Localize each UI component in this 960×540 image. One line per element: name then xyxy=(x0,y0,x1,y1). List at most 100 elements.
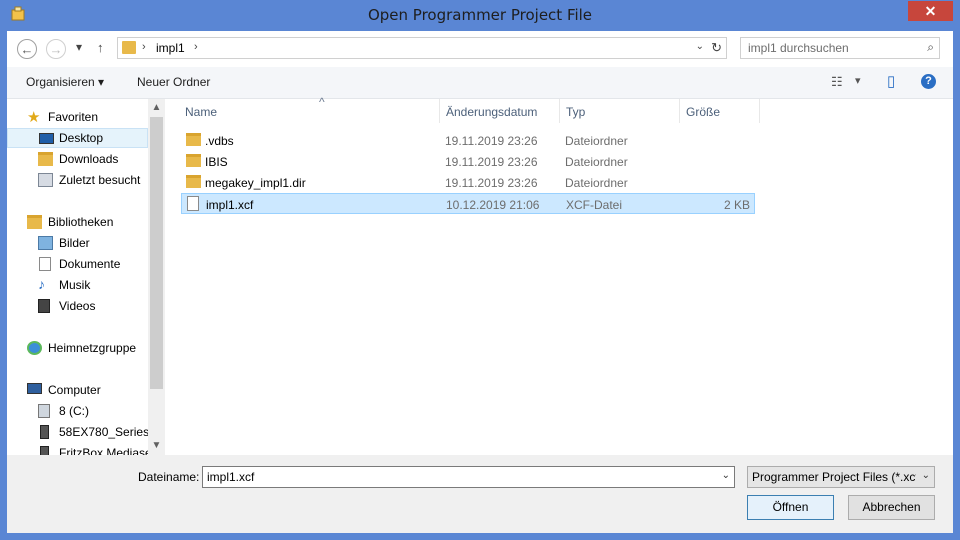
downloads-icon xyxy=(38,152,53,166)
column-header-name[interactable]: Name ^ xyxy=(179,95,440,123)
open-button[interactable]: Öffnen xyxy=(747,495,834,520)
view-options-icon[interactable]: ☷ xyxy=(831,74,843,90)
recent-locations-dropdown[interactable]: ▾ xyxy=(76,40,82,54)
sidebar-item-fritzbox[interactable]: FritzBox Mediase xyxy=(7,443,152,455)
media-device-icon xyxy=(40,446,49,455)
file-name: megakey_impl1.dir xyxy=(205,176,306,190)
filename-value: impl1.xcf xyxy=(207,470,255,484)
scroll-down-icon[interactable]: ▼ xyxy=(148,440,165,451)
sidebar-item-label: Videos xyxy=(59,299,96,313)
title-bar[interactable]: Open Programmer Project File ✕ xyxy=(0,0,960,30)
sidebar-item-documents[interactable]: Dokumente xyxy=(7,254,148,274)
file-date: 19.11.2019 23:26 xyxy=(445,155,538,169)
cancel-button[interactable]: Abbrechen xyxy=(848,495,935,520)
folder-icon xyxy=(122,41,136,54)
sidebar-item-downloads[interactable]: Downloads xyxy=(7,149,148,169)
organize-menu-button[interactable]: Organisieren ▾ xyxy=(26,75,104,89)
file-row[interactable]: .vdbs 19.11.2019 23:26 Dateiordner xyxy=(181,130,755,151)
search-placeholder: impl1 durchsuchen xyxy=(748,41,849,55)
address-dropdown-icon[interactable]: ⌄ xyxy=(696,41,704,52)
sidebar-item-libraries[interactable]: Bibliotheken xyxy=(7,212,148,232)
breadcrumb-separator[interactable]: › xyxy=(142,41,146,53)
preview-pane-icon[interactable]: ▯ xyxy=(887,72,895,90)
sidebar-item-recent[interactable]: Zuletzt besucht xyxy=(7,170,148,190)
navigation-bar: ← → ▾ ↑ › impl1 › ⌄ ↻ impl1 durchsuchen … xyxy=(7,31,953,67)
sidebar-item-label: Computer xyxy=(48,383,101,397)
sidebar-item-58ex780[interactable]: 58EX780_Series xyxy=(7,422,150,442)
chevron-down-icon[interactable]: ⌄ xyxy=(922,470,930,481)
scroll-up-icon[interactable]: ▲ xyxy=(148,102,165,113)
file-row-selected[interactable]: impl1.xcf 10.12.2019 21:06 XCF-Datei 2 K… xyxy=(181,193,755,214)
address-bar[interactable]: › impl1 › ⌄ ↻ xyxy=(117,37,727,59)
media-device-icon xyxy=(40,425,49,439)
file-type: XCF-Datei xyxy=(566,198,623,212)
column-header-date[interactable]: Änderungsdatum xyxy=(440,99,560,123)
scrollbar-thumb[interactable] xyxy=(150,117,163,389)
breadcrumb-separator[interactable]: › xyxy=(194,41,198,53)
sidebar-item-label: Bibliotheken xyxy=(48,215,114,229)
close-button[interactable]: ✕ xyxy=(908,1,953,21)
file-type: Dateiordner xyxy=(565,176,628,190)
file-name: impl1.xcf xyxy=(206,198,254,212)
sidebar-item-homegroup[interactable]: Heimnetzgruppe xyxy=(7,338,148,358)
sidebar-item-videos[interactable]: Videos xyxy=(7,296,148,316)
view-options-dropdown-icon[interactable]: ▾ xyxy=(855,74,861,87)
file-date: 10.12.2019 21:06 xyxy=(446,198,540,212)
file-type: Dateiordner xyxy=(565,155,628,169)
computer-icon xyxy=(27,383,42,394)
up-button[interactable]: ↑ xyxy=(97,40,104,55)
sidebar-item-label: Downloads xyxy=(59,152,119,166)
navigation-pane-scrollbar[interactable]: ▲ ▼ xyxy=(148,99,165,455)
sort-ascending-icon: ^ xyxy=(319,95,325,109)
file-row[interactable]: megakey_impl1.dir 19.11.2019 23:26 Datei… xyxy=(181,172,755,193)
breadcrumb-impl1[interactable]: impl1 xyxy=(156,41,185,55)
forward-button[interactable]: → xyxy=(46,39,66,59)
sidebar-item-label: 8 (C:) xyxy=(59,404,89,418)
recent-places-icon xyxy=(38,173,53,187)
documents-icon xyxy=(39,257,51,271)
folder-icon xyxy=(186,175,201,188)
file-type-filter-select[interactable]: Programmer Project Files (*.xcf) ⌄ xyxy=(747,466,935,488)
column-header-type[interactable]: Typ xyxy=(560,99,680,123)
sidebar-item-computer[interactable]: Computer xyxy=(7,380,148,400)
sidebar-item-label: FritzBox Mediase xyxy=(59,446,152,455)
refresh-icon[interactable]: ↻ xyxy=(711,40,722,56)
new-folder-button[interactable]: Neuer Ordner xyxy=(137,75,210,89)
chevron-down-icon[interactable]: ⌄ xyxy=(722,470,730,481)
sidebar-item-label: Bilder xyxy=(59,236,90,250)
back-button[interactable]: ← xyxy=(17,39,37,59)
file-type: Dateiordner xyxy=(565,134,628,148)
libraries-icon xyxy=(27,215,42,229)
file-row[interactable]: IBIS 19.11.2019 23:26 Dateiordner xyxy=(181,151,755,172)
file-name: .vdbs xyxy=(205,134,234,148)
window-title: Open Programmer Project File xyxy=(367,6,593,24)
column-header-label: Typ xyxy=(566,105,586,119)
pictures-icon xyxy=(38,236,53,250)
column-header-label: Größe xyxy=(686,105,721,119)
file-size: 2 KB xyxy=(723,198,750,212)
sidebar-item-drive-c[interactable]: 8 (C:) xyxy=(7,401,148,421)
dialog-client-area: ← → ▾ ↑ › impl1 › ⌄ ↻ impl1 durchsuchen … xyxy=(7,31,953,533)
file-date: 19.11.2019 23:26 xyxy=(445,176,538,190)
file-type-filter-value: Programmer Project Files (*.xcf) xyxy=(752,470,916,484)
sidebar-item-pictures[interactable]: Bilder xyxy=(7,233,148,253)
sidebar-item-label: Zuletzt besucht xyxy=(59,173,141,187)
filename-label: Dateiname: xyxy=(138,470,200,484)
search-icon[interactable]: ⌕ xyxy=(927,40,934,55)
column-header-size[interactable]: Größe xyxy=(680,99,760,123)
file-name-panel: Dateiname: impl1.xcf ⌄ Programmer Projec… xyxy=(7,455,953,533)
filename-input[interactable]: impl1.xcf ⌄ xyxy=(202,466,735,488)
sidebar-item-label: Favoriten xyxy=(48,110,99,124)
sidebar-item-desktop[interactable]: Desktop xyxy=(7,128,148,148)
help-icon[interactable]: ? xyxy=(921,74,936,89)
music-icon: ♪ xyxy=(38,276,45,292)
sidebar-item-music[interactable]: ♪ Musik xyxy=(7,275,148,295)
file-name: IBIS xyxy=(205,155,228,169)
sidebar-item-favorites[interactable]: ★ Favoriten xyxy=(7,107,148,127)
sidebar-item-label: Dokumente xyxy=(59,257,121,271)
videos-icon xyxy=(38,299,50,313)
homegroup-icon xyxy=(27,341,42,355)
sidebar-item-label: 58EX780_Series xyxy=(59,425,150,439)
star-icon: ★ xyxy=(27,109,41,126)
search-input[interactable]: impl1 durchsuchen ⌕ xyxy=(740,37,940,59)
